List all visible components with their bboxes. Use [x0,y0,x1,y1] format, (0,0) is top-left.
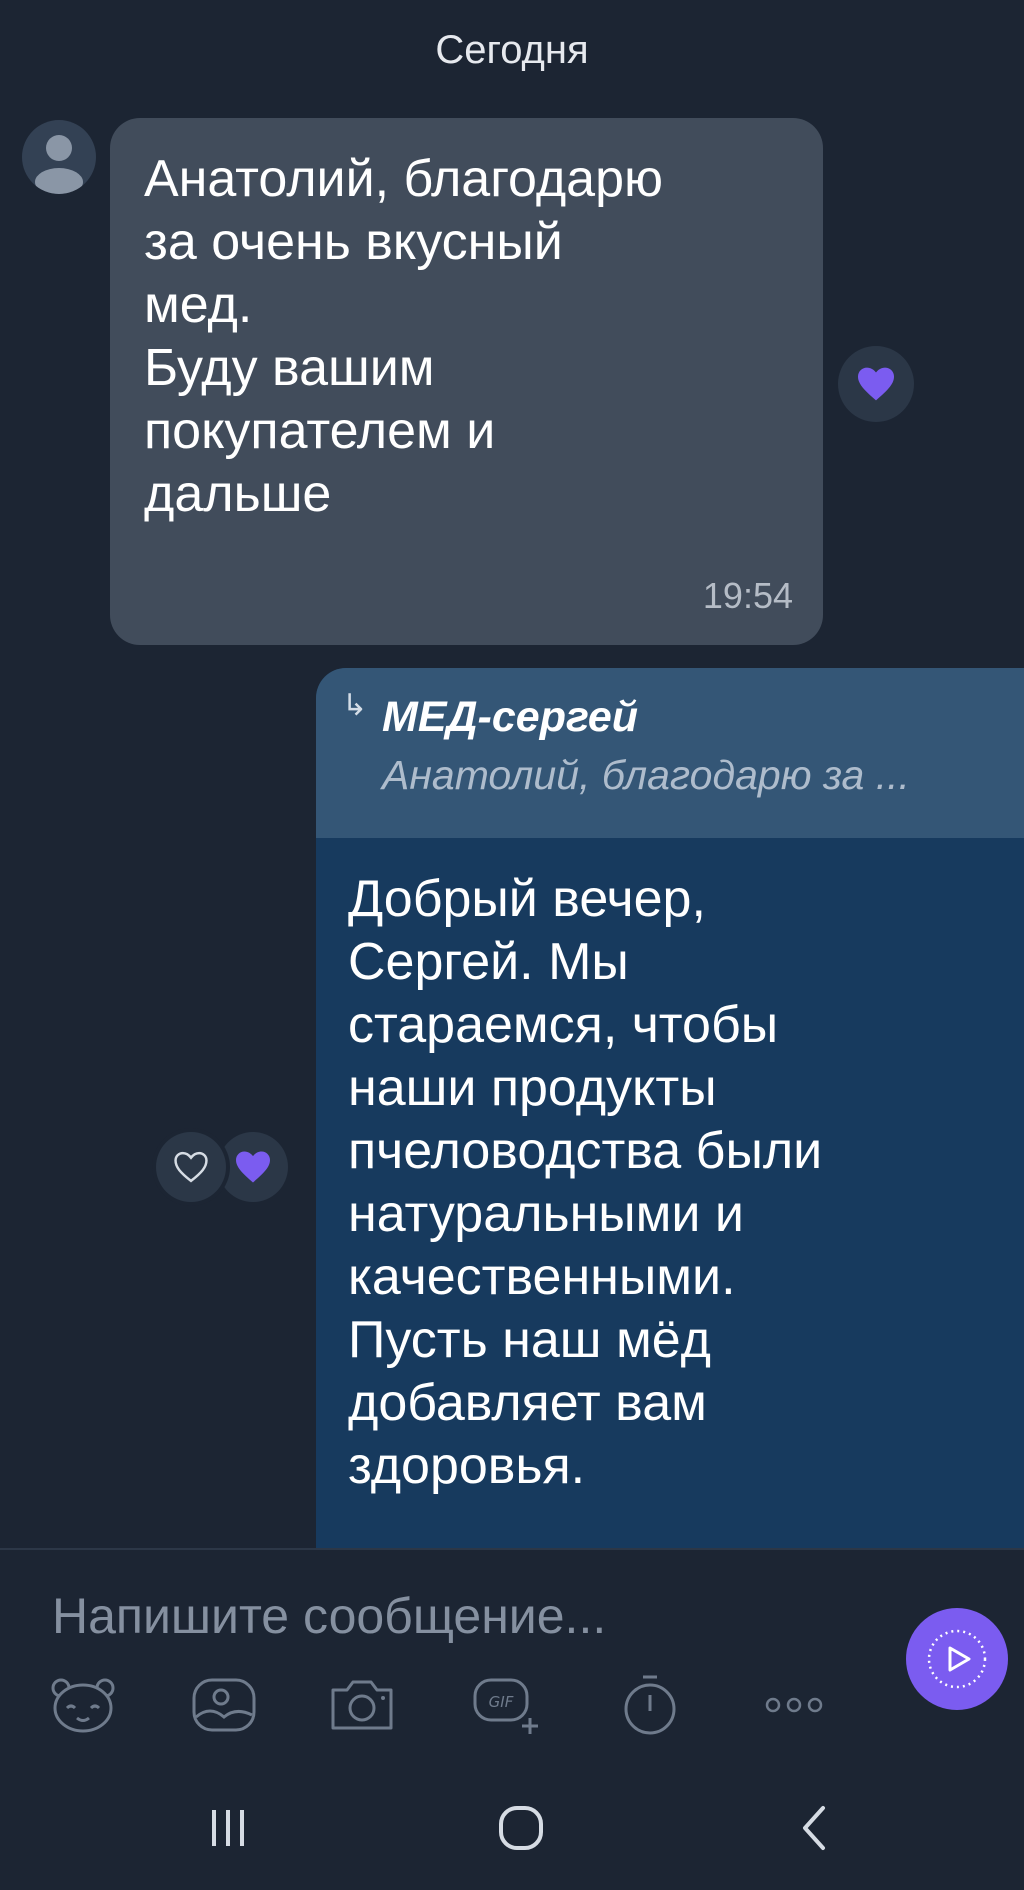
reaction-add[interactable] [156,1132,226,1202]
user-icon [35,135,83,194]
back-button[interactable] [770,1793,860,1863]
home-button[interactable] [476,1793,566,1863]
more-icon [765,1697,823,1713]
heart-icon [858,367,894,401]
gallery-button[interactable] [188,1672,260,1738]
heart-icon [236,1151,270,1183]
send-button[interactable] [906,1608,1008,1710]
reply-author: МЕД-сергей [382,693,639,741]
outgoing-message-text: Добрый вечер, Сергей. Мы стараемся, чтоб… [348,870,823,1495]
incoming-message-text: Анатолий, благодарю за очень вкусный мед… [144,150,664,523]
camera-icon [331,1680,393,1730]
reaction-bar[interactable] [156,1132,290,1202]
recents-icon [212,1810,244,1846]
date-separator: Сегодня [435,28,589,72]
message-input[interactable] [50,1586,854,1646]
message-time: 19:54 [702,575,793,616]
gallery-icon [192,1678,256,1732]
sticker-icon [51,1678,115,1733]
gif-button[interactable]: GIF [472,1672,544,1738]
reply-quote[interactable]: ↳ МЕД-сергей Анатолий, благодарю за ... [316,668,1024,838]
heart-outline-icon [174,1151,208,1183]
sticker-button[interactable] [47,1672,119,1738]
message-composer: GIF [0,1548,1024,1765]
camera-button[interactable] [326,1672,398,1738]
svg-text:GIF: GIF [489,1693,514,1711]
home-icon [499,1806,543,1850]
outgoing-message[interactable]: ↳ МЕД-сергей Анатолий, благодарю за ... … [316,668,1024,1548]
recents-button[interactable] [183,1793,273,1863]
back-icon [803,1806,825,1850]
incoming-message[interactable]: Анатолий, благодарю за очень вкусный мед… [110,118,823,645]
timer-icon [624,1675,676,1735]
contact-avatar[interactable] [22,120,96,194]
play-icon [927,1629,987,1689]
message-reaction[interactable] [838,346,914,422]
gif-icon: GIF [473,1678,538,1734]
reaction-filled[interactable] [218,1132,288,1202]
timer-button[interactable] [614,1672,686,1738]
more-button[interactable] [758,1672,830,1738]
system-navigation-bar [0,1763,1024,1890]
reply-preview: Анатолий, благодарю за ... [382,752,910,798]
reply-arrow-icon: ↳ [342,689,368,722]
